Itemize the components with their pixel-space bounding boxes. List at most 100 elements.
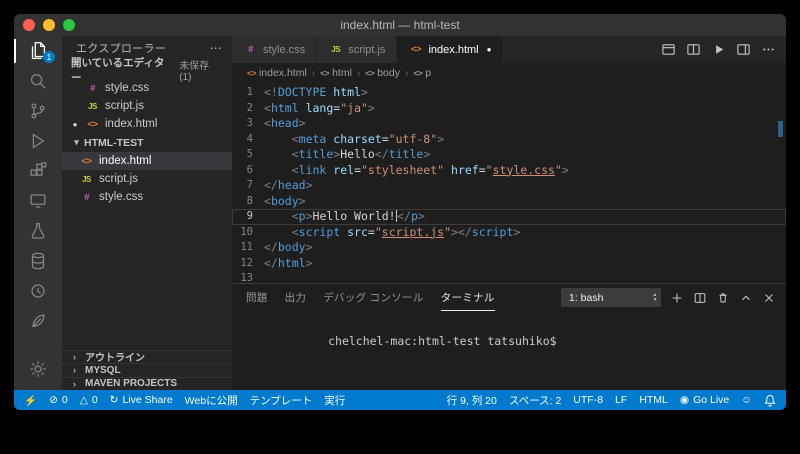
breadcrumb-separator-icon: › bbox=[405, 68, 408, 79]
activity-extensions[interactable] bbox=[14, 156, 62, 186]
breadcrumb-item[interactable]: <>html bbox=[320, 67, 352, 79]
kill-terminal-icon[interactable] bbox=[716, 291, 730, 305]
run-icon[interactable] bbox=[711, 42, 726, 57]
maximize-panel-icon[interactable] bbox=[739, 291, 753, 305]
activity-testing[interactable] bbox=[14, 216, 62, 246]
line-number: 7 bbox=[232, 178, 264, 194]
close-panel-icon[interactable] bbox=[762, 291, 776, 305]
panel-tab-3[interactable]: ターミナル bbox=[441, 284, 495, 311]
workbench: 1 bbox=[14, 36, 786, 390]
status-publish-web[interactable]: Webに公開 bbox=[185, 393, 238, 408]
open-editor-item[interactable]: JSscript.js bbox=[62, 97, 232, 115]
flask-icon bbox=[27, 220, 49, 242]
sidebar-section-1[interactable]: ›MYSQL bbox=[62, 363, 232, 377]
workspace-file-item[interactable]: #style.css bbox=[62, 188, 232, 206]
terminal-shell-select[interactable]: 1: bash ▴▾ bbox=[561, 288, 661, 307]
layout-icon[interactable] bbox=[736, 42, 751, 57]
file-name: style.css bbox=[105, 82, 149, 94]
status-encoding[interactable]: UTF-8 bbox=[573, 394, 603, 406]
sidebar-section-0[interactable]: › アウトライン bbox=[62, 350, 232, 364]
status-live-share[interactable]: ↻Live Share bbox=[110, 394, 173, 406]
more-actions-icon[interactable]: ⋯ bbox=[210, 41, 222, 55]
zoom-window-button[interactable] bbox=[63, 19, 75, 31]
code-line[interactable]: 4 <meta charset="utf-8"> bbox=[232, 132, 786, 148]
chevron-right-icon: › bbox=[69, 352, 80, 362]
sidebar-bottom-sections: › アウトライン›MYSQL›MAVEN PROJECTS bbox=[62, 350, 232, 391]
code-editor[interactable]: 1<!DOCTYPE html>2<html lang="ja">3<head>… bbox=[232, 83, 786, 283]
open-preview-icon[interactable] bbox=[661, 42, 676, 57]
status-label: HTML bbox=[639, 394, 668, 406]
open-editor-item[interactable]: ●<>index.html bbox=[62, 115, 232, 133]
panel-tab-2[interactable]: デバッグ コンソール bbox=[323, 284, 423, 311]
workspace-file-item[interactable]: <>index.html bbox=[62, 152, 232, 170]
code-line[interactable]: 11</body> bbox=[232, 240, 786, 256]
status-run[interactable]: 実行 bbox=[324, 393, 345, 408]
sidebar-explorer: エクスプローラー ⋯ 開いているエディター 未保存 (1) #style.css… bbox=[62, 36, 232, 390]
tab-style.css[interactable]: #style.css bbox=[232, 36, 317, 63]
traffic-lights bbox=[23, 14, 75, 36]
css-file-icon: # bbox=[79, 192, 94, 203]
code-line[interactable]: 5 <title>Hello</title> bbox=[232, 147, 786, 163]
panel-tab-1[interactable]: 出力 bbox=[285, 284, 307, 311]
activity-search[interactable] bbox=[14, 66, 62, 96]
status-label: UTF-8 bbox=[573, 394, 603, 406]
tab-label: style.css bbox=[263, 44, 305, 56]
code-line[interactable]: 12</html> bbox=[232, 256, 786, 272]
activity-live-share[interactable] bbox=[14, 306, 62, 336]
code-line[interactable]: 9 <p>Hello World!</p> bbox=[232, 209, 786, 225]
screen-background: index.html — html-test 1 bbox=[0, 0, 800, 454]
new-terminal-icon[interactable] bbox=[670, 291, 684, 305]
titlebar[interactable]: index.html — html-test bbox=[14, 14, 786, 36]
run-debug-icon bbox=[27, 130, 49, 152]
code-line[interactable]: 2<html lang="ja"> bbox=[232, 101, 786, 117]
activity-remote-explorer[interactable] bbox=[14, 186, 62, 216]
clock-icon bbox=[27, 280, 49, 302]
open-editors-header[interactable]: 開いているエディター 未保存 (1) bbox=[62, 60, 232, 79]
code-line[interactable]: 6 <link rel="stylesheet" href="style.css… bbox=[232, 163, 786, 179]
breadcrumb-item[interactable]: <>body bbox=[365, 67, 400, 79]
code-line[interactable]: 10 <script src="script.js"></script> bbox=[232, 225, 786, 241]
tab-index.html[interactable]: <>index.html● bbox=[397, 36, 503, 63]
code-line[interactable]: 1<!DOCTYPE html> bbox=[232, 85, 786, 101]
status-indentation[interactable]: スペース: 2 bbox=[509, 393, 561, 408]
breadcrumb-item[interactable]: <>index.html bbox=[247, 67, 307, 79]
status-errors[interactable]: ⊘0 bbox=[49, 394, 68, 406]
status-eol[interactable]: LF bbox=[615, 394, 627, 406]
status-language-mode[interactable]: HTML bbox=[639, 394, 668, 406]
status-warnings[interactable]: △0 bbox=[80, 394, 98, 406]
status-cursor-position[interactable]: 行 9, 列 20 bbox=[447, 393, 497, 408]
close-window-button[interactable] bbox=[23, 19, 35, 31]
activity-explorer[interactable]: 1 bbox=[14, 36, 62, 66]
breadcrumb-item[interactable]: <>p bbox=[413, 67, 431, 79]
overview-ruler[interactable] bbox=[776, 83, 786, 283]
code-line[interactable]: 13 bbox=[232, 271, 786, 283]
code-line[interactable]: 8<body> bbox=[232, 194, 786, 210]
sidebar-section-2[interactable]: ›MAVEN PROJECTS bbox=[62, 377, 232, 391]
more-actions-icon[interactable] bbox=[761, 42, 776, 57]
workspace-file-item[interactable]: JSscript.js bbox=[62, 170, 232, 188]
activity-history[interactable] bbox=[14, 276, 62, 306]
status-template[interactable]: テンプレート bbox=[250, 393, 313, 408]
panel-tab-0[interactable]: 問題 bbox=[246, 284, 268, 311]
terminal-content[interactable]: chelchel-mac:html-test tatsuhiko$ bbox=[232, 311, 786, 390]
modified-dot-icon: ● bbox=[70, 120, 80, 129]
activity-settings[interactable] bbox=[14, 354, 62, 384]
status-go-live[interactable]: ◉Go Live bbox=[680, 394, 729, 406]
status-remote[interactable]: ⚡ bbox=[24, 394, 37, 407]
split-editor-icon[interactable] bbox=[686, 42, 701, 57]
workspace-folder-header[interactable]: ▾ HTML-TEST bbox=[62, 133, 232, 152]
code-line[interactable]: 3<head> bbox=[232, 116, 786, 132]
notifications-bell-icon[interactable] bbox=[764, 394, 776, 407]
tab-script.js[interactable]: JSscript.js bbox=[317, 36, 397, 63]
split-terminal-icon[interactable] bbox=[693, 291, 707, 305]
activity-database[interactable] bbox=[14, 246, 62, 276]
activity-run-debug[interactable] bbox=[14, 126, 62, 156]
section-label: アウトライン bbox=[85, 349, 145, 364]
minimize-window-button[interactable] bbox=[43, 19, 55, 31]
vscode-window: index.html — html-test 1 bbox=[14, 14, 786, 410]
code-line[interactable]: 7</head> bbox=[232, 178, 786, 194]
status-right-group: 行 9, 列 20 スペース: 2 UTF-8 LF HTML ◉Go Live ☺ bbox=[447, 390, 776, 410]
css-file-icon: # bbox=[85, 83, 100, 94]
status-feedback[interactable]: ☺ bbox=[741, 394, 752, 406]
activity-source-control[interactable] bbox=[14, 96, 62, 126]
